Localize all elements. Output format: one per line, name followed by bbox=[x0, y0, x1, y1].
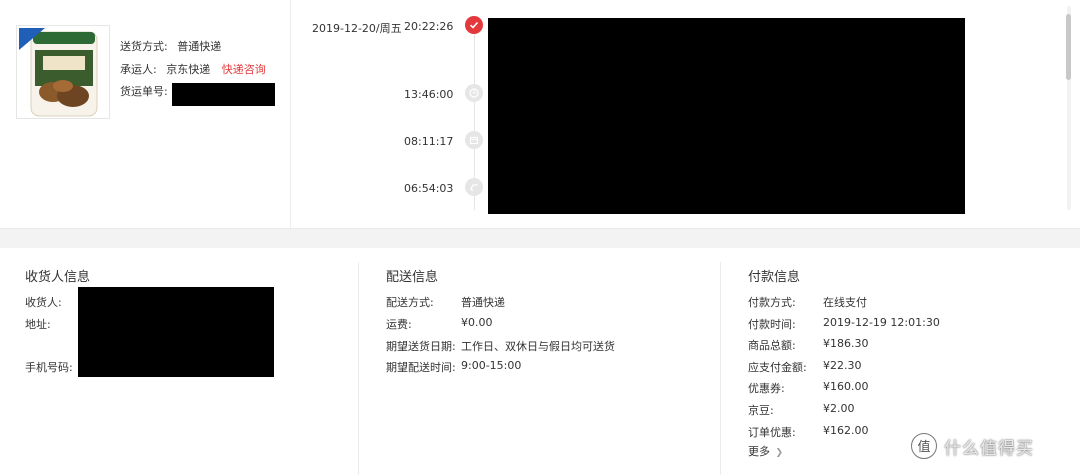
carrier-value: 京东快递 bbox=[166, 63, 211, 76]
jingdou-value: ¥2.00 bbox=[823, 402, 855, 415]
clock-icon bbox=[465, 84, 483, 102]
column-divider bbox=[358, 262, 359, 475]
coupon-value: ¥160.00 bbox=[823, 380, 869, 393]
delivery-method-label: 配送方式: bbox=[386, 296, 434, 309]
zhi-logo-icon: 值 bbox=[911, 433, 937, 459]
timeline-time: 20:22:26 bbox=[404, 20, 454, 33]
payment-method-value: 在线支付 bbox=[823, 296, 867, 309]
watermark-text: 什么值得买 bbox=[944, 438, 1034, 459]
address-label: 地址: bbox=[25, 318, 51, 331]
more-label: 更多 bbox=[748, 445, 770, 458]
expected-date-label: 期望送货日期: bbox=[386, 340, 456, 353]
package-icon bbox=[465, 131, 483, 149]
shipping-fee-label: 运费: bbox=[386, 318, 412, 331]
coupon-label: 优惠券: bbox=[748, 382, 785, 395]
expected-date-value: 工作日、双休日与假日均可送货 bbox=[461, 340, 615, 353]
payment-time-value: 2019-12-19 12:01:30 bbox=[823, 316, 940, 329]
watermark: 值 什么值得买 bbox=[910, 432, 1034, 460]
order-discount-value: ¥162.00 bbox=[823, 424, 869, 437]
receiver-info-redacted bbox=[78, 287, 274, 377]
phone-label: 手机号码: bbox=[25, 361, 73, 374]
goods-total-label: 商品总额: bbox=[748, 339, 796, 352]
shipping-method-label: 送货方式: bbox=[120, 40, 168, 53]
timeline-time: 08:11:17 bbox=[404, 135, 454, 148]
timeline-time: 06:54:03 bbox=[404, 182, 454, 195]
check-icon bbox=[465, 16, 483, 34]
shipping-fee-value: ¥0.00 bbox=[461, 316, 493, 329]
separator-band bbox=[0, 228, 1080, 248]
timeline-date: 2019-12-20/周五 bbox=[312, 22, 402, 35]
payment-time-label: 付款时间: bbox=[748, 318, 796, 331]
scrollbar[interactable] bbox=[1062, 0, 1076, 228]
receiver-name-label: 收货人: bbox=[25, 296, 62, 309]
order-discount-label: 订单优惠: bbox=[748, 426, 796, 439]
receiver-title: 收货人信息 bbox=[25, 270, 91, 285]
shipping-method-value: 普通快递 bbox=[177, 40, 222, 53]
column-divider bbox=[720, 262, 721, 475]
jingdou-label: 京豆: bbox=[748, 404, 774, 417]
timeline-time: 13:46:00 bbox=[404, 88, 454, 101]
goods-total-value: ¥186.30 bbox=[823, 337, 869, 350]
payment-title: 付款信息 bbox=[748, 270, 801, 285]
logistics-panel: 送货方式: 普通快递 承运人: 京东快递 快递咨询 货运单号: 2019-12-… bbox=[0, 0, 1080, 228]
product-thumbnail[interactable] bbox=[16, 25, 110, 119]
carrier-label: 承运人: bbox=[120, 63, 157, 76]
delivery-method-value: 普通快递 bbox=[461, 296, 505, 309]
delivery-title: 配送信息 bbox=[386, 270, 439, 285]
chevron-down-icon: ❯ bbox=[775, 448, 784, 458]
payment-method-label: 付款方式: bbox=[748, 296, 796, 309]
truck-icon bbox=[465, 178, 483, 196]
scroll-thumb[interactable] bbox=[1066, 14, 1071, 80]
svg-text:值: 值 bbox=[917, 439, 930, 455]
expected-time-label: 期望配送时间: bbox=[386, 361, 456, 374]
expected-time-value: 9:00-15:00 bbox=[461, 359, 522, 372]
tracking-number-row: 货运单号: bbox=[120, 83, 168, 99]
tracking-number-label: 货运单号: bbox=[120, 85, 168, 98]
tracking-number-redacted bbox=[172, 83, 275, 106]
amount-due-label: 应支付金额: bbox=[748, 361, 807, 374]
carrier-row: 承运人: 京东快递 快递咨询 bbox=[120, 61, 266, 77]
courier-inquiry-link[interactable]: 快递咨询 bbox=[222, 63, 266, 76]
tracking-details-redacted bbox=[488, 18, 965, 214]
amount-due-value: ¥22.30 bbox=[823, 359, 862, 372]
more-button[interactable]: 更多 ❯ bbox=[748, 443, 783, 459]
shipping-method-row: 送货方式: 普通快递 bbox=[120, 38, 221, 54]
section-divider bbox=[290, 0, 291, 228]
